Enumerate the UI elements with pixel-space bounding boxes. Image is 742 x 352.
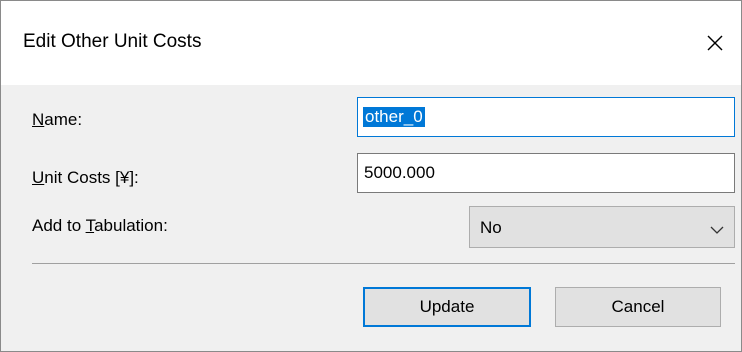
close-button[interactable] [695, 23, 735, 63]
tabulation-label-text: abulation: [94, 216, 168, 235]
chevron-down-icon [710, 221, 724, 241]
divider [32, 263, 735, 264]
name-input[interactable]: other_0 [357, 97, 735, 137]
tabulation-label-prefix: Add to [32, 216, 86, 235]
name-input-value: other_0 [363, 107, 425, 127]
close-icon [707, 35, 723, 51]
edit-other-unit-costs-dialog: Edit Other Unit Costs Name: other_0 Unit… [0, 0, 742, 352]
unit-costs-label: Unit Costs [¥]: [32, 168, 139, 188]
unit-costs-label-text: nit Costs [¥]: [44, 168, 139, 187]
tabulation-label: Add to Tabulation: [32, 216, 168, 236]
name-label: Name: [32, 110, 82, 130]
tabulation-select[interactable]: No [469, 206, 735, 248]
tabulation-label-mnemonic: T [85, 216, 95, 235]
name-label-mnemonic: N [32, 110, 45, 129]
cancel-button[interactable]: Cancel [555, 287, 721, 327]
unit-costs-input-value: 5000.000 [364, 163, 435, 182]
title-bar: Edit Other Unit Costs [1, 1, 741, 85]
unit-costs-label-mnemonic: U [32, 168, 45, 187]
dialog-title: Edit Other Unit Costs [23, 31, 202, 52]
tabulation-select-value: No [480, 218, 502, 237]
unit-costs-input[interactable]: 5000.000 [357, 153, 735, 193]
update-button[interactable]: Update [363, 287, 531, 327]
name-label-text: ame: [44, 110, 83, 129]
